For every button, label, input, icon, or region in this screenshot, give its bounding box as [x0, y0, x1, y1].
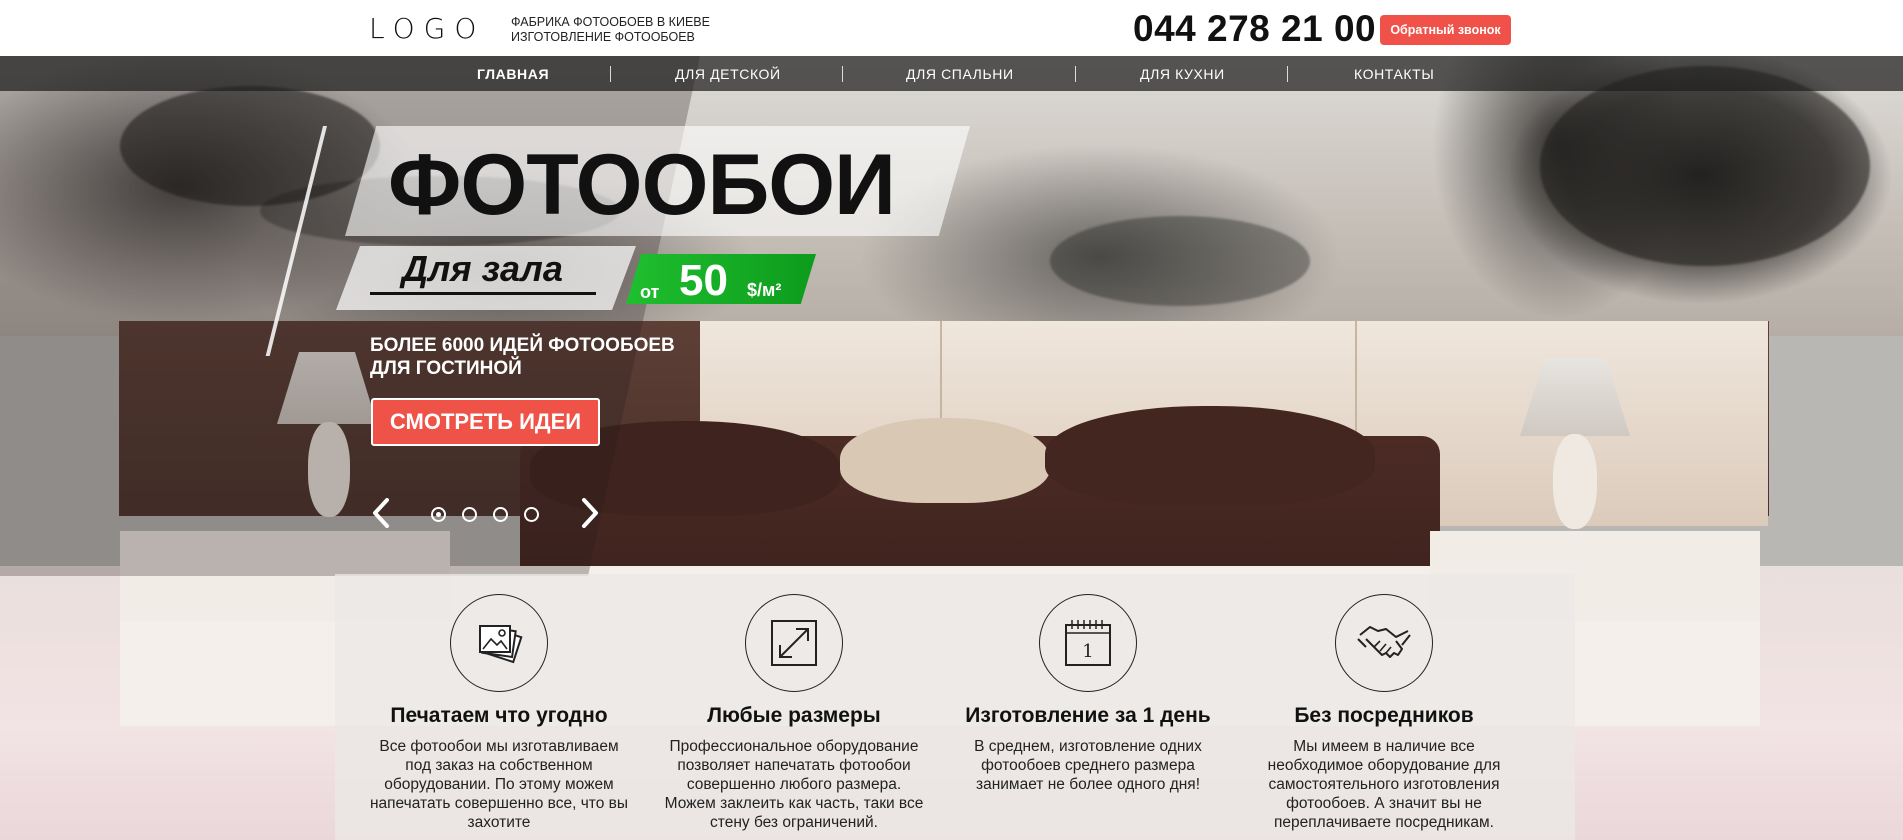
feature-text: Профессиональное оборудование позволяет … — [664, 738, 924, 831]
nav-divider — [610, 66, 611, 82]
slider-dot[interactable] — [493, 507, 508, 522]
feature-text: Все фотообои мы изготавливаем под заказ … — [369, 738, 628, 831]
tagline-line-2: ИЗГОТОВЛЕНИЕ ФОТООБОЕВ — [511, 30, 695, 44]
feature-text: Мы имеем в наличие все необходимое обору… — [1267, 738, 1501, 831]
chevron-right-icon[interactable] — [579, 498, 601, 528]
slider-dot[interactable] — [431, 507, 446, 522]
feature-any-size: Любые размеры Профессиональное оборудова… — [664, 594, 924, 832]
mural-tree — [1050, 216, 1310, 306]
pillow — [840, 418, 1050, 503]
phone-number[interactable]: 044 278 21 00 — [1133, 8, 1376, 50]
hero-section: ГЛАВНАЯ ДЛЯ ДЕТСКОЙ ДЛЯ СПАЛЬНИ ДЛЯ КУХН… — [0, 56, 1903, 840]
slider-dot[interactable] — [462, 507, 477, 522]
hero-lead: БОЛЕЕ 6000 ИДЕЙ ФОТООБОЕВ ДЛЯ ГОСТИНОЙ — [370, 334, 710, 380]
logo[interactable]: LOGO — [369, 12, 485, 45]
calendar-icon: 1 — [1039, 594, 1137, 692]
main-nav: ГЛАВНАЯ ДЛЯ ДЕТСКОЙ ДЛЯ СПАЛЬНИ ДЛЯ КУХН… — [0, 56, 1903, 91]
feature-one-day: 1 Изготовление за 1 день В среднем, изго… — [958, 594, 1218, 794]
nav-item-kitchen[interactable]: ДЛЯ КУХНИ — [1140, 66, 1225, 82]
subtitle-underline — [370, 292, 596, 295]
price-value: 50 — [679, 256, 728, 305]
feature-title: Любые размеры — [707, 704, 881, 727]
price-unit: $/м² — [747, 280, 782, 300]
feature-title: Без посредников — [1294, 704, 1474, 727]
feature-no-middlemen: Без посредников Мы имеем в наличие все н… — [1254, 594, 1514, 832]
slider-dot[interactable] — [524, 507, 539, 522]
nav-item-contacts[interactable]: КОНТАКТЫ — [1354, 66, 1434, 82]
hero-lead-line-2: ДЛЯ ГОСТИНОЙ — [370, 358, 522, 379]
callback-button[interactable]: Обратный звонок — [1380, 15, 1511, 45]
price-from: от — [640, 282, 660, 302]
tagline: ФАБРИКА ФОТООБОЕВ В КИЕВЕ ИЗГОТОВЛЕНИЕ Ф… — [511, 15, 710, 45]
mural-tree — [1540, 66, 1870, 266]
feature-print-anything: Печатаем что угодно Все фотообои мы изго… — [369, 594, 629, 832]
feature-text: В среднем, изготовление одних фотообоев … — [974, 738, 1202, 793]
nav-item-bedroom[interactable]: ДЛЯ СПАЛЬНИ — [906, 66, 1014, 82]
nav-divider — [1287, 66, 1288, 82]
nav-item-home[interactable]: ГЛАВНАЯ — [477, 66, 549, 82]
view-ideas-button[interactable]: СМОТРЕТЬ ИДЕИ — [371, 398, 600, 446]
chevron-left-icon[interactable] — [370, 498, 392, 528]
resize-icon — [745, 594, 843, 692]
feature-title: Изготовление за 1 день — [965, 704, 1211, 727]
hero-title: ФОТООБОИ — [388, 137, 896, 233]
nav-item-kids[interactable]: ДЛЯ ДЕТСКОЙ — [675, 66, 781, 82]
hero-subtitle: Для зала — [402, 248, 563, 289]
tagline-line-1: ФАБРИКА ФОТООБОЕВ В КИЕВЕ — [511, 15, 710, 29]
nav-divider — [842, 66, 843, 82]
handshake-icon — [1335, 594, 1433, 692]
nav-divider — [1075, 66, 1076, 82]
site-header: LOGO ФАБРИКА ФОТООБОЕВ В КИЕВЕ ИЗГОТОВЛЕ… — [0, 0, 1903, 56]
calendar-day: 1 — [1082, 641, 1093, 662]
lamp-base — [1553, 434, 1597, 529]
hero-lead-line-1: БОЛЕЕ 6000 ИДЕЙ ФОТООБОЕВ — [370, 335, 675, 356]
photos-icon — [450, 594, 548, 692]
pillow — [1045, 406, 1375, 506]
feature-title: Печатаем что угодно — [390, 704, 608, 727]
